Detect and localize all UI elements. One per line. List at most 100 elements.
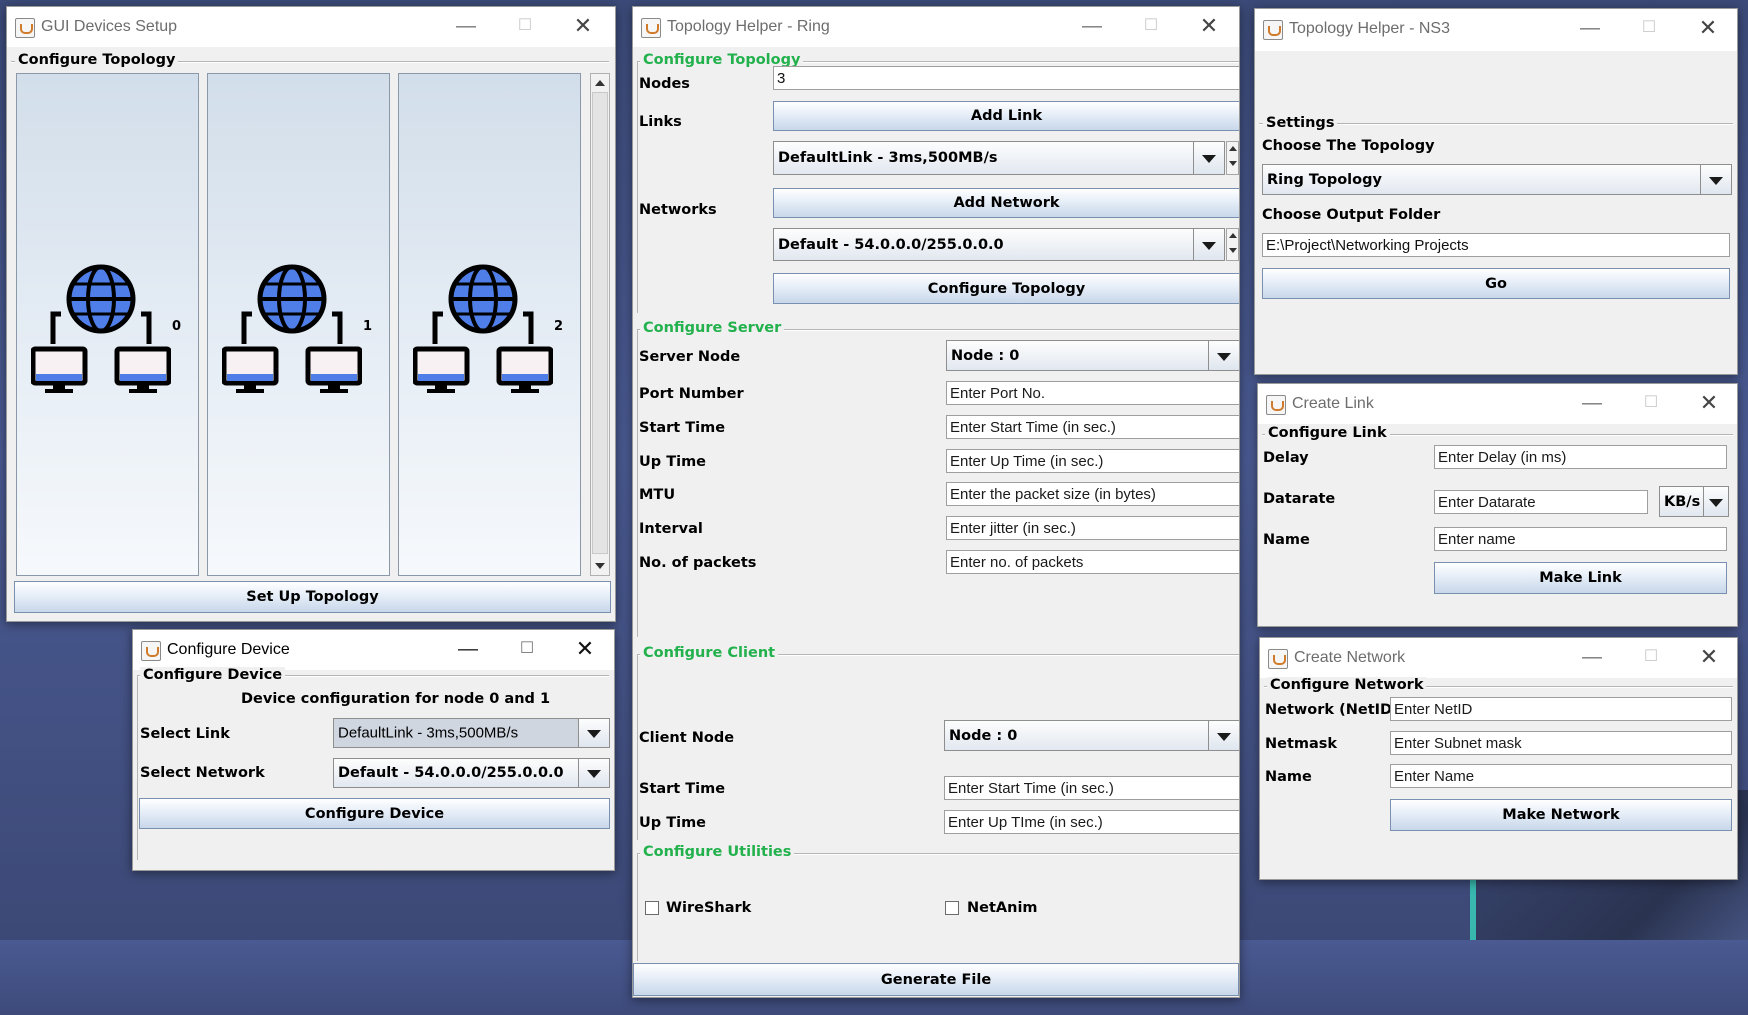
spin-down-icon[interactable]	[1227, 158, 1238, 174]
network-device-icon	[413, 264, 553, 393]
minimize-icon[interactable]: —	[1077, 13, 1107, 39]
output-folder-input[interactable]	[1262, 233, 1730, 257]
packets-input[interactable]	[946, 550, 1239, 574]
chevron-down-icon[interactable]	[1208, 341, 1239, 370]
link-name-input[interactable]	[1434, 527, 1727, 551]
make-link-button[interactable]: Make Link	[1434, 562, 1727, 594]
chevron-down-icon[interactable]	[578, 719, 609, 747]
close-icon[interactable]: ✕	[1693, 15, 1723, 41]
interval-input[interactable]	[946, 516, 1239, 540]
chevron-down-icon[interactable]	[578, 759, 609, 787]
up-time-label: Up Time	[639, 454, 707, 470]
chevron-down-icon[interactable]	[1193, 229, 1224, 260]
mtu-input[interactable]	[946, 482, 1239, 506]
datarate-input[interactable]	[1434, 490, 1648, 514]
network-device-icon	[31, 264, 171, 393]
scroll-down-icon[interactable]	[595, 563, 605, 569]
generate-file-button[interactable]: Generate File	[633, 963, 1239, 996]
scroll-thumb[interactable]	[592, 92, 608, 554]
client-start-time-input[interactable]	[944, 776, 1239, 800]
node-panel-0[interactable]: 0	[16, 73, 199, 576]
server-node-dropdown[interactable]: Node : 0	[946, 340, 1239, 371]
title-bar[interactable]: Configure Device — ☐ ✕	[133, 630, 614, 670]
go-button[interactable]: Go	[1262, 268, 1730, 299]
chevron-down-icon[interactable]	[1193, 142, 1224, 174]
maximize-icon[interactable]: ☐	[512, 636, 542, 662]
networks-dropdown[interactable]: Default - 54.0.0.0/255.0.0.0	[773, 228, 1225, 261]
spin-up-icon[interactable]	[1227, 142, 1238, 158]
vertical-scrollbar[interactable]	[590, 73, 610, 576]
device-description: Device configuration for node 0 and 1	[241, 691, 551, 707]
server-start-time-input[interactable]	[946, 415, 1239, 439]
title-bar[interactable]: GUI Devices Setup — ☐ ✕	[7, 7, 615, 47]
create-link-window: Create Link — ☐ ✕ Configure Link Delay D…	[1257, 383, 1738, 627]
chevron-down-icon[interactable]	[1208, 721, 1239, 750]
configure-link-section-title: Configure Link	[1265, 425, 1390, 441]
datarate-unit-dropdown[interactable]: KB/s	[1659, 486, 1729, 517]
node-panel-2[interactable]: 2	[398, 73, 581, 576]
scroll-up-icon[interactable]	[595, 80, 605, 86]
node-number: 0	[172, 319, 182, 334]
maximize-icon[interactable]: ☐	[1636, 644, 1666, 670]
select-network-dropdown[interactable]: Default - 54.0.0.0/255.0.0.0	[333, 758, 610, 788]
select-link-value: DefaultLink - 3ms,500MB/s	[338, 724, 519, 742]
links-spinner[interactable]	[1226, 141, 1239, 175]
client-up-time-input[interactable]	[944, 810, 1239, 834]
spin-up-icon[interactable]	[1227, 229, 1238, 245]
add-link-button[interactable]: Add Link	[773, 101, 1239, 131]
group-border-left	[637, 853, 638, 961]
delay-input[interactable]	[1434, 445, 1727, 469]
port-number-label: Port Number	[639, 386, 744, 402]
select-network-label: Select Network	[140, 765, 265, 781]
netid-input[interactable]	[1390, 697, 1732, 721]
close-icon[interactable]: ✕	[1694, 644, 1724, 670]
configure-topology-button[interactable]: Configure Topology	[773, 273, 1239, 304]
select-link-dropdown[interactable]: DefaultLink - 3ms,500MB/s	[333, 718, 610, 748]
java-app-icon	[641, 18, 661, 38]
title-bar[interactable]: Topology Helper - NS3 — ☐ ✕	[1255, 9, 1737, 51]
port-number-input[interactable]	[946, 381, 1239, 405]
minimize-icon[interactable]: —	[1575, 15, 1605, 41]
close-icon[interactable]: ✕	[568, 13, 598, 39]
server-up-time-input[interactable]	[946, 449, 1239, 473]
client-node-dropdown[interactable]: Node : 0	[944, 720, 1239, 751]
maximize-icon[interactable]: ☐	[1136, 13, 1166, 39]
netanim-checkbox[interactable]	[945, 901, 959, 915]
minimize-icon[interactable]: —	[451, 13, 481, 39]
configure-device-window: Configure Device — ☐ ✕ Configure Device …	[132, 629, 615, 871]
title-bar[interactable]: Create Link — ☐ ✕	[1258, 384, 1737, 424]
minimize-icon[interactable]: —	[1577, 644, 1607, 670]
chevron-down-icon[interactable]	[1700, 165, 1731, 194]
nodes-input[interactable]	[773, 66, 1239, 90]
server-node-label: Server Node	[639, 349, 741, 365]
make-network-button[interactable]: Make Network	[1390, 799, 1732, 831]
maximize-icon[interactable]: ☐	[1636, 390, 1666, 416]
topology-dropdown[interactable]: Ring Topology	[1262, 164, 1732, 195]
networks-spinner[interactable]	[1226, 228, 1239, 261]
maximize-icon[interactable]: ☐	[510, 13, 540, 39]
node-panel-1[interactable]: 1	[207, 73, 390, 576]
close-icon[interactable]: ✕	[570, 636, 600, 662]
minimize-icon[interactable]: —	[1577, 390, 1607, 416]
configure-device-button[interactable]: Configure Device	[139, 798, 610, 829]
set-up-topology-button[interactable]: Set Up Topology	[14, 581, 611, 613]
links-dropdown[interactable]: DefaultLink - 3ms,500MB/s	[773, 141, 1225, 175]
netmask-input[interactable]	[1390, 731, 1732, 755]
title-bar[interactable]: Create Network — ☐ ✕	[1260, 638, 1737, 678]
title-bar[interactable]: Topology Helper - Ring — ☐ ✕	[633, 7, 1239, 47]
netid-label: Network (NetID)	[1265, 702, 1399, 718]
maximize-icon[interactable]: ☐	[1634, 15, 1664, 41]
close-icon[interactable]: ✕	[1194, 13, 1224, 39]
minimize-icon[interactable]: —	[453, 636, 483, 662]
close-icon[interactable]: ✕	[1694, 390, 1724, 416]
spin-down-icon[interactable]	[1227, 245, 1238, 261]
java-app-icon	[15, 18, 35, 38]
network-name-input[interactable]	[1390, 764, 1732, 788]
group-border-left	[137, 675, 138, 860]
client-node-label: Client Node	[639, 730, 735, 746]
add-network-button[interactable]: Add Network	[773, 188, 1239, 218]
chevron-down-icon[interactable]	[1703, 487, 1728, 516]
window-title: Create Network	[1294, 649, 1406, 666]
group-border-left	[637, 61, 638, 313]
wireshark-checkbox[interactable]	[645, 901, 659, 915]
